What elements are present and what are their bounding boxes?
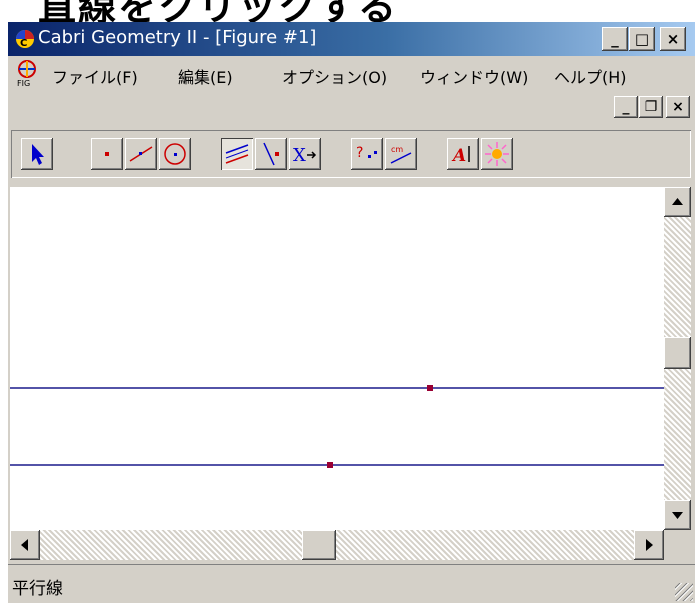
menu-edit[interactable]: 編集(E) [178, 64, 233, 88]
scroll-down-button[interactable] [664, 500, 691, 530]
horizontal-scrollbar[interactable] [10, 530, 664, 560]
question-points-icon: ? [356, 145, 377, 161]
document-controls: _ ❐ × [8, 92, 695, 122]
text-label-icon: A [451, 146, 470, 166]
resize-grip[interactable] [675, 583, 693, 601]
circle-tool-button[interactable] [159, 138, 191, 170]
svg-text:A: A [451, 146, 466, 166]
maximize-button[interactable]: □ [629, 27, 655, 51]
pointer-tool-button[interactable] [21, 138, 53, 170]
menu-help[interactable]: ヘルプ(H) [554, 64, 627, 88]
vertical-scroll-thumb[interactable] [664, 337, 691, 369]
scroll-left-button[interactable] [10, 530, 40, 560]
svg-text:C: C [20, 38, 27, 49]
doc-restore-button[interactable]: ❐ [639, 96, 663, 118]
svg-text:cm: cm [391, 145, 403, 154]
scroll-corner [664, 530, 691, 560]
triangle-down-icon [672, 512, 683, 519]
scroll-right-button[interactable] [634, 530, 664, 560]
line-tool-button[interactable] [125, 138, 157, 170]
sun-burst-icon [485, 142, 509, 166]
point-tool-button[interactable] [91, 138, 123, 170]
triangle-up-icon [672, 198, 683, 205]
transform-x-icon: X [293, 145, 317, 166]
minimize-button[interactable]: _ [602, 27, 628, 51]
measure-cm-icon: cm [390, 145, 412, 164]
menu-options[interactable]: オプション(O) [282, 64, 387, 88]
window-title: Cabri Geometry II - [Figure #1] [38, 27, 317, 48]
svg-text:?: ? [356, 145, 363, 161]
cabri-app-icon: C [16, 30, 34, 49]
app-window: C Cabri Geometry II - [Figure #1] _ □ × … [8, 22, 695, 603]
symmetry-tool-button[interactable] [255, 138, 287, 170]
svg-text:X: X [293, 145, 306, 166]
doc-minimize-button[interactable]: _ [614, 96, 638, 118]
point-lower[interactable] [327, 462, 333, 468]
display-tool-button[interactable] [481, 138, 513, 170]
circle-icon [164, 143, 186, 165]
drawing-canvas[interactable] [10, 187, 664, 530]
parallel-lines-icon [225, 144, 249, 164]
toolbar: X ? cm A [11, 130, 691, 178]
triangle-right-icon [646, 539, 653, 551]
doc-close-button[interactable]: × [666, 96, 690, 118]
line-icon [129, 146, 153, 162]
transform-tool-button[interactable]: X [289, 138, 321, 170]
caption-text: 直線をクリックする [38, 0, 399, 22]
status-bar: 平行線 [8, 564, 695, 603]
horizontal-scroll-thumb[interactable] [302, 530, 336, 560]
scroll-up-button[interactable] [664, 187, 691, 217]
title-bar[interactable]: C Cabri Geometry II - [Figure #1] _ □ × [8, 22, 695, 56]
point-icon [105, 152, 109, 156]
menu-window[interactable]: ウィンドウ(W) [420, 64, 528, 88]
reflection-icon [263, 142, 279, 166]
measure-tool-button[interactable]: cm [385, 138, 417, 170]
parallel-line-tool-button[interactable] [221, 138, 253, 170]
svg-text:FIG: FIG [17, 79, 30, 87]
cropped-caption: 直線をクリックする [0, 0, 695, 22]
close-button[interactable]: × [660, 27, 686, 51]
triangle-left-icon [21, 539, 28, 551]
geometry-figure [10, 385, 664, 468]
figure-doc-icon[interactable]: FIG [14, 59, 40, 87]
arrow-pointer-icon [32, 144, 44, 165]
menu-file[interactable]: ファイル(F) [52, 64, 138, 88]
point-upper[interactable] [427, 385, 433, 391]
menu-bar: FIG ファイル(F) 編集(E) オプション(O) ウィンドウ(W) ヘルプ(… [8, 56, 695, 90]
vertical-scrollbar[interactable] [664, 187, 691, 530]
check-property-tool-button[interactable]: ? [351, 138, 383, 170]
status-text: 平行線 [12, 579, 63, 599]
label-tool-button[interactable]: A [447, 138, 479, 170]
